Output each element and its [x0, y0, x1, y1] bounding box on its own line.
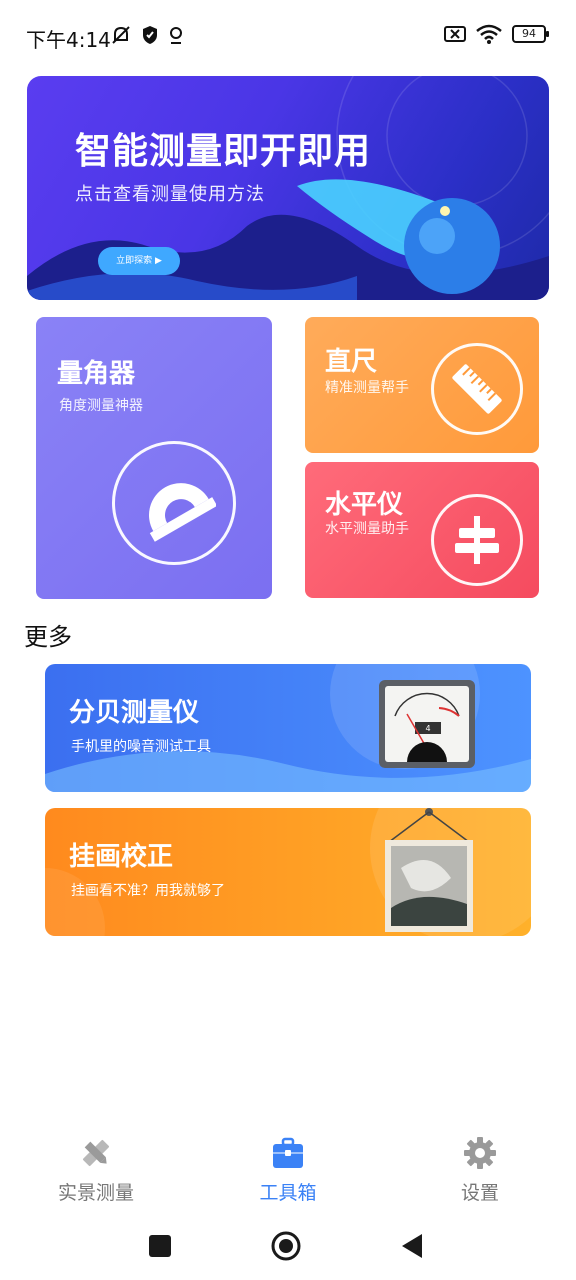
bottom-nav: 实景测量 工具箱 设置 [0, 1128, 576, 1208]
decibel-meter-subtitle: 手机里的噪音测试工具 [71, 739, 211, 755]
pencil-ruler-icon [82, 1139, 110, 1167]
decibel-meter-title: 分贝测量仪 [69, 698, 200, 728]
picture-frame-icon [385, 808, 473, 932]
more-section-title: 更多 [24, 623, 72, 651]
location-icon [170, 27, 182, 44]
shield-icon [143, 26, 157, 44]
nav-item-settings[interactable]: 设置 [384, 1128, 576, 1208]
protractor-title: 量角器 [57, 359, 136, 389]
decibel-meter-value: 4 [425, 724, 430, 733]
recent-apps-button[interactable] [148, 1234, 172, 1258]
level-icon [431, 494, 523, 586]
level-card[interactable]: 水平仪 水平测量助手 [305, 462, 539, 598]
status-time: 下午4:14 [26, 28, 111, 52]
nav-label-real-measure: 实景测量 [57, 1182, 134, 1204]
nav-item-toolbox[interactable]: 工具箱 [192, 1128, 384, 1208]
picture-frame-title: 挂画校正 [69, 842, 174, 872]
explore-button[interactable]: 立即探索 ▶ [98, 247, 180, 275]
level-title: 水平仪 [325, 490, 404, 520]
home-button[interactable] [270, 1230, 302, 1262]
protractor-icon [112, 441, 236, 565]
decibel-meter-card[interactable]: 分贝测量仪 手机里的噪音测试工具 4 [45, 664, 531, 792]
ruler-icon [431, 343, 523, 435]
nav-label-toolbox: 工具箱 [259, 1182, 317, 1204]
status-icons-left [110, 24, 184, 46]
sim-off-icon [444, 26, 466, 42]
nav-item-real-measure[interactable]: 实景测量 [0, 1128, 192, 1208]
banner-title: 智能测量即开即用 [75, 131, 372, 172]
status-bar: 下午4:14 94 [0, 0, 576, 72]
picture-frame-card[interactable]: 挂画校正 挂画看不准？用我就够了 [45, 808, 531, 936]
nav-label-settings: 设置 [460, 1182, 499, 1204]
banner-subtitle: 点击查看测量使用方法 [75, 184, 265, 205]
picture-frame-subtitle: 挂画看不准？用我就够了 [71, 883, 225, 899]
ruler-title: 直尺 [325, 347, 378, 377]
battery-icon: 94 [512, 25, 549, 43]
ruler-card[interactable]: 直尺 精准测量帮手 [305, 317, 539, 453]
back-button[interactable] [400, 1232, 424, 1260]
gear-icon [464, 1137, 496, 1169]
status-icons-right: 94 [444, 24, 549, 44]
protractor-subtitle: 角度测量神器 [59, 398, 143, 414]
decibel-meter-icon: 4 [379, 680, 475, 768]
system-navigation-bar [0, 1220, 576, 1272]
ruler-subtitle: 精准测量帮手 [325, 380, 409, 396]
mute-notification-icon [112, 26, 130, 44]
level-subtitle: 水平测量助手 [325, 521, 409, 537]
toolbox-icon [273, 1137, 303, 1168]
protractor-card[interactable]: 量角器 角度测量神器 [36, 317, 272, 599]
banner[interactable]: 智能测量即开即用 点击查看测量使用方法 立即探索 ▶ [27, 76, 549, 300]
wifi-icon [476, 24, 502, 44]
